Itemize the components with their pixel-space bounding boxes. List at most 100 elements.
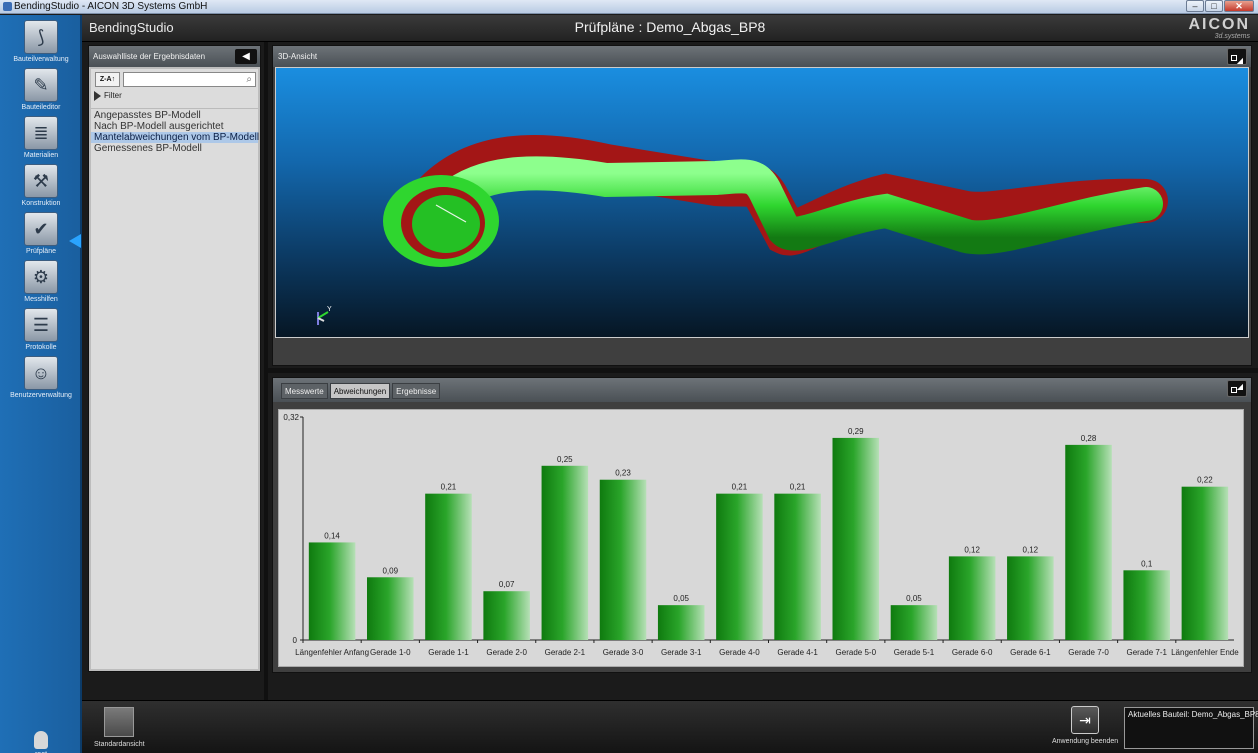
deviation-bar-chart: 0,32 0 0,14 Längenfehler Anfang 0,09 Gerade 1… [283, 413, 1239, 657]
panel-header: 3D-Ansicht ◢ [273, 46, 1251, 67]
logo-main: AICON [1188, 16, 1250, 33]
window-controls: – □ ✕ [1186, 0, 1254, 13]
materials-icon: ≣ [24, 116, 58, 150]
chart-bar [832, 437, 880, 640]
user-management-icon: ☺ [24, 356, 58, 390]
nav-label: Protokolle [25, 344, 57, 351]
standard-view-button[interactable]: Standardansicht [94, 707, 145, 748]
nav-item-messhilfen[interactable]: ⚙ Messhilfen [0, 260, 82, 303]
chart-area: 0,32 0 0,14 Längenfehler Anfang 0,09 Gerade 1… [278, 409, 1244, 667]
sort-button[interactable]: Z-A↑ [95, 72, 120, 87]
bar-value-label: 0,14 [324, 531, 340, 540]
search-icon[interactable]: ⌕ [246, 74, 252, 85]
nav-item-protokolle[interactable]: ☰ Protokolle [0, 308, 82, 351]
x-tick-label: Gerade 2-1 [545, 648, 586, 657]
tab-ergebnisse[interactable]: Ergebnisse [392, 383, 441, 399]
bar-value-label: 0,12 [964, 545, 980, 554]
panel-body: Z-A↑ ⌕ Filter Angepasstes BP-Modell Nach… [89, 67, 260, 671]
tab-abweichungen[interactable]: Abweichungen [329, 383, 391, 399]
panel-title: 3D-Ansicht [278, 52, 318, 61]
exit-application-button[interactable]: ⇥ Anwendung beenden [1052, 706, 1118, 745]
nav-label: Prüfpläne [26, 248, 56, 255]
panel-title: Auswahlliste der Ergebnisdaten [93, 52, 206, 61]
pipe-opening-inner [412, 195, 480, 253]
x-tick-label: Gerade 6-0 [952, 648, 993, 657]
user-icon [34, 731, 48, 749]
bar-value-label: 0,21 [790, 483, 806, 492]
window-title: BendingStudio - AICON 3D Systems GmbH [14, 1, 208, 12]
list-item[interactable]: Gemessenes BP-Modell [91, 143, 258, 154]
close-button[interactable]: ✕ [1224, 0, 1254, 12]
result-selection-panel: Auswahlliste der Ergebnisdaten ◀ Z-A↑ ⌕ … [88, 45, 261, 672]
bar-value-label: 0,1 [1141, 559, 1153, 568]
current-user[interactable]: root [0, 731, 82, 753]
x-tick-label: Längenfehler Ende [1171, 648, 1239, 657]
logo-sub: 3d.systems [1214, 33, 1250, 40]
minimize-button[interactable]: – [1186, 0, 1204, 12]
filter-label: Filter [104, 91, 122, 101]
measuring-aids-icon: ⚙ [24, 260, 58, 294]
chart-bar [1123, 570, 1170, 640]
chart-bar [1065, 444, 1112, 640]
nav-label: Bauteilverwaltung [13, 56, 69, 63]
result-list: Angepasstes BP-Modell Nach BP-Modell aus… [91, 108, 259, 154]
maximize-view-button[interactable]: ◢ [1227, 48, 1247, 65]
3d-viewport[interactable]: Y [275, 67, 1249, 338]
filter-toggle[interactable]: Filter [94, 91, 122, 101]
x-tick-label: Gerade 4-1 [777, 648, 818, 657]
current-part-box: Aktuelles Bauteil: Demo_Abgas_BP8 [1124, 707, 1258, 749]
chart-bar [541, 465, 589, 640]
nav-label: Konstruktion [21, 200, 61, 207]
panel-header: Auswahlliste der Ergebnisdaten ◀ [89, 46, 260, 67]
bar-value-label: 0,29 [848, 427, 864, 436]
list-item[interactable]: Nach BP-Modell ausgerichtet [91, 121, 258, 132]
panel-header: Messwerte Abweichungen Ergebnisse ◢ [273, 378, 1251, 402]
bar-value-label: 0,23 [615, 469, 631, 478]
pipe-management-icon: ⟆ [24, 20, 58, 54]
maximize-chart-button[interactable]: ◢ [1227, 380, 1247, 397]
search-input[interactable] [124, 77, 236, 90]
nav-item-bauteilverwaltung[interactable]: ⟆ Bauteilverwaltung [0, 20, 82, 63]
exit-label: Anwendung beenden [1052, 738, 1119, 745]
inspection-plans-icon: ✔ [24, 212, 58, 246]
maximize-button[interactable]: □ [1205, 0, 1223, 12]
x-tick-label: Gerade 3-1 [661, 648, 702, 657]
x-tick-label: Gerade 5-1 [894, 648, 935, 657]
bar-value-label: 0,21 [732, 483, 748, 492]
x-tick-label: Gerade 6-1 [1010, 648, 1051, 657]
nav-label: Bauteileditor [21, 104, 61, 111]
x-tick-label: Gerade 1-1 [428, 648, 469, 657]
bar-value-label: 0,25 [557, 455, 573, 464]
list-item-selected[interactable]: Mantelabweichungen vom BP-Modell [91, 132, 259, 143]
list-item[interactable]: Angepasstes BP-Modell [91, 110, 258, 121]
x-tick-label: Gerade 7-1 [1126, 648, 1167, 657]
tab-messwerte[interactable]: Messwerte [281, 383, 328, 399]
chart-bar [425, 493, 472, 640]
axis-y-label: Y [327, 306, 332, 313]
chart-bar [948, 556, 996, 640]
bar-value-label: 0,07 [499, 580, 515, 589]
x-tick-label: Gerade 7-0 [1068, 648, 1109, 657]
bar-value-label: 0,09 [382, 566, 398, 575]
collapse-panel-button[interactable]: ◀ [235, 49, 257, 64]
nav-item-konstruktion[interactable]: ⚒ Konstruktion [0, 164, 82, 207]
pipe-editor-icon: ✎ [24, 68, 58, 102]
x-tick-label: Gerade 2-0 [486, 648, 527, 657]
bar-value-label: 0,05 [673, 594, 689, 603]
x-tick-label: Gerade 1-0 [370, 648, 411, 657]
nav-item-benutzerverwaltung[interactable]: ☺ Benutzerverwaltung [0, 356, 82, 399]
chart-bar [657, 605, 705, 640]
app-header: BendingStudio Prüfpläne : Demo_Abgas_BP8… [82, 15, 1258, 42]
standard-view-label: Standardansicht [94, 741, 145, 748]
x-tick-label: Gerade 3-0 [603, 648, 644, 657]
left-navigation: ⟆ Bauteilverwaltung ✎ Bauteileditor ≣ Ma… [0, 15, 82, 753]
nav-item-bauteileditor[interactable]: ✎ Bauteileditor [0, 68, 82, 111]
tab-strip: Messwerte Abweichungen Ergebnisse [281, 383, 441, 399]
horizontal-splitter[interactable] [268, 368, 1258, 373]
bar-value-label: 0,28 [1081, 434, 1097, 443]
chart-bar [774, 493, 821, 640]
os-titlebar: BendingStudio - AICON 3D Systems GmbH – … [0, 0, 1258, 14]
y-tick-label: 0,32 [283, 413, 299, 422]
bar-value-label: 0,05 [906, 594, 922, 603]
nav-item-materialien[interactable]: ≣ Materialien [0, 116, 82, 159]
